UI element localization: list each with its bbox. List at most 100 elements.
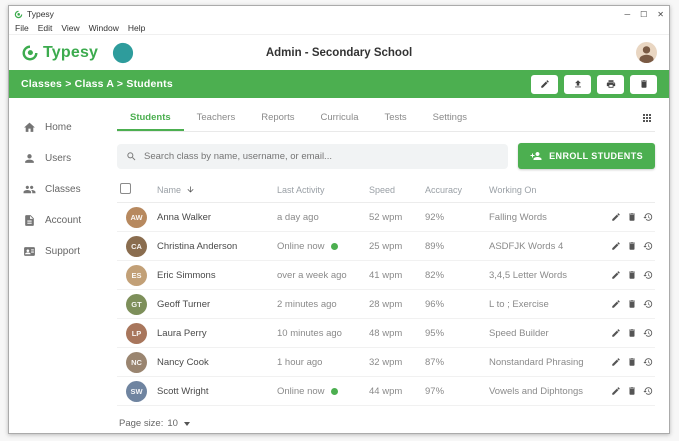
student-name[interactable]: Christina Anderson (157, 241, 277, 252)
menu-window[interactable]: Window (89, 23, 119, 33)
edit-icon[interactable] (611, 386, 621, 396)
table-row[interactable]: ES Eric Simmons over a week ago 41 wpm 8… (117, 261, 655, 290)
sidebar-item-home[interactable]: Home (9, 112, 101, 143)
sort-desc-icon[interactable] (186, 185, 195, 194)
sidebar-item-support[interactable]: Support (9, 236, 101, 267)
edit-icon[interactable] (611, 357, 621, 367)
table-row[interactable]: AW Anna Walker a day ago 52 wpm 92% Fall… (117, 203, 655, 232)
working-on-cell: 3,4,5 Letter Words (489, 270, 593, 281)
delete-icon[interactable] (627, 270, 637, 280)
student-name[interactable]: Laura Perry (157, 328, 277, 339)
working-on-cell: Speed Builder (489, 328, 593, 339)
tab-students[interactable]: Students (117, 104, 184, 131)
last-activity: 1 hour ago (277, 357, 322, 368)
edit-icon[interactable] (611, 241, 621, 251)
minimize-button[interactable]: ─ (624, 10, 630, 19)
table-row[interactable]: CA Christina Anderson Online now 25 wpm … (117, 232, 655, 261)
menu-file[interactable]: File (15, 23, 29, 33)
delete-icon[interactable] (627, 328, 637, 338)
app-header: Typesy Admin - Secondary School (9, 35, 669, 70)
col-header-name[interactable]: Name (157, 185, 181, 195)
last-activity: 2 minutes ago (277, 299, 337, 310)
chevron-down-icon (184, 422, 190, 426)
sidebar-label: Classes (45, 184, 81, 195)
working-on-cell: Vowels and Diphtongs (489, 386, 593, 397)
col-header-accuracy[interactable]: Accuracy (425, 185, 489, 195)
accuracy-cell: 96% (425, 299, 489, 310)
breadcrumb[interactable]: Classes > Class A > Students (21, 78, 173, 90)
tab-settings[interactable]: Settings (420, 104, 480, 131)
search-input[interactable] (144, 151, 499, 162)
last-activity: Online now (277, 386, 325, 397)
delete-icon[interactable] (627, 299, 637, 309)
app-window: Typesy ─ ☐ ✕ File Edit View Window Help … (8, 5, 670, 434)
tab-curricula[interactable]: Curricula (307, 104, 371, 131)
history-icon[interactable] (643, 299, 653, 309)
select-all-checkbox[interactable] (120, 183, 131, 194)
account-avatar[interactable] (636, 42, 657, 63)
upload-button[interactable] (564, 75, 591, 94)
edit-icon[interactable] (611, 299, 621, 309)
col-header-last-activity[interactable]: Last Activity (277, 185, 369, 195)
grid-view-icon[interactable] (639, 110, 655, 126)
student-avatar: GT (126, 294, 147, 315)
delete-class-button[interactable] (630, 75, 657, 94)
search-icon (126, 151, 137, 162)
tab-reports[interactable]: Reports (248, 104, 307, 131)
edit-icon[interactable] (611, 270, 621, 280)
student-name[interactable]: Geoff Turner (157, 299, 277, 310)
student-name[interactable]: Anna Walker (157, 212, 277, 223)
enroll-students-button[interactable]: ENROLL STUDENTS (518, 143, 655, 169)
sidebar-item-users[interactable]: Users (9, 143, 101, 174)
edit-class-button[interactable] (531, 75, 558, 94)
sidebar-label: Home (45, 122, 72, 133)
tab-bar: Students Teachers Reports Curricula Test… (117, 104, 655, 132)
student-name[interactable]: Scott Wright (157, 386, 277, 397)
working-on-cell: Falling Words (489, 212, 593, 223)
history-icon[interactable] (643, 328, 653, 338)
col-header-speed[interactable]: Speed (369, 185, 425, 195)
table-row[interactable]: NC Nancy Cook 1 hour ago 32 wpm 87% Nons… (117, 348, 655, 377)
speed-cell: 25 wpm (369, 241, 425, 252)
close-button[interactable]: ✕ (657, 10, 664, 19)
menu-view[interactable]: View (61, 23, 79, 33)
online-dot (331, 388, 338, 395)
edit-icon[interactable] (611, 328, 621, 338)
typesy-swirl-icon (21, 44, 39, 62)
history-icon[interactable] (643, 241, 653, 251)
student-name[interactable]: Eric Simmons (157, 270, 277, 281)
working-on-cell: Nonstandard Phrasing (489, 357, 593, 368)
history-icon[interactable] (643, 357, 653, 367)
person-icon (23, 152, 36, 165)
table-row[interactable]: SW Scott Wright Online now 44 wpm 97% Vo… (117, 377, 655, 406)
maximize-button[interactable]: ☐ (640, 10, 647, 19)
document-icon (23, 214, 36, 227)
history-icon[interactable] (643, 270, 653, 280)
student-avatar: CA (126, 236, 147, 257)
print-button[interactable] (597, 75, 624, 94)
tab-tests[interactable]: Tests (371, 104, 419, 131)
menu-edit[interactable]: Edit (38, 23, 53, 33)
delete-icon[interactable] (627, 212, 637, 222)
delete-icon[interactable] (627, 357, 637, 367)
menu-bar: File Edit View Window Help (9, 22, 669, 35)
sidebar-label: Users (45, 153, 71, 164)
page-size-select[interactable]: 10 (167, 418, 190, 429)
table-row[interactable]: GT Geoff Turner 2 minutes ago 28 wpm 96%… (117, 290, 655, 319)
sidebar-item-classes[interactable]: Classes (9, 174, 101, 205)
tab-teachers[interactable]: Teachers (184, 104, 249, 131)
history-icon[interactable] (643, 386, 653, 396)
delete-icon[interactable] (627, 386, 637, 396)
edit-icon[interactable] (611, 212, 621, 222)
delete-icon[interactable] (627, 241, 637, 251)
title-bar: Typesy ─ ☐ ✕ (9, 6, 669, 22)
sidebar-label: Support (45, 246, 80, 257)
student-name[interactable]: Nancy Cook (157, 357, 277, 368)
menu-help[interactable]: Help (128, 23, 145, 33)
history-icon[interactable] (643, 212, 653, 222)
table-row[interactable]: LP Laura Perry 10 minutes ago 48 wpm 95%… (117, 319, 655, 348)
accuracy-cell: 95% (425, 328, 489, 339)
sidebar-item-account[interactable]: Account (9, 205, 101, 236)
col-header-working-on[interactable]: Working On (489, 185, 593, 195)
contact-card-icon (23, 245, 36, 258)
